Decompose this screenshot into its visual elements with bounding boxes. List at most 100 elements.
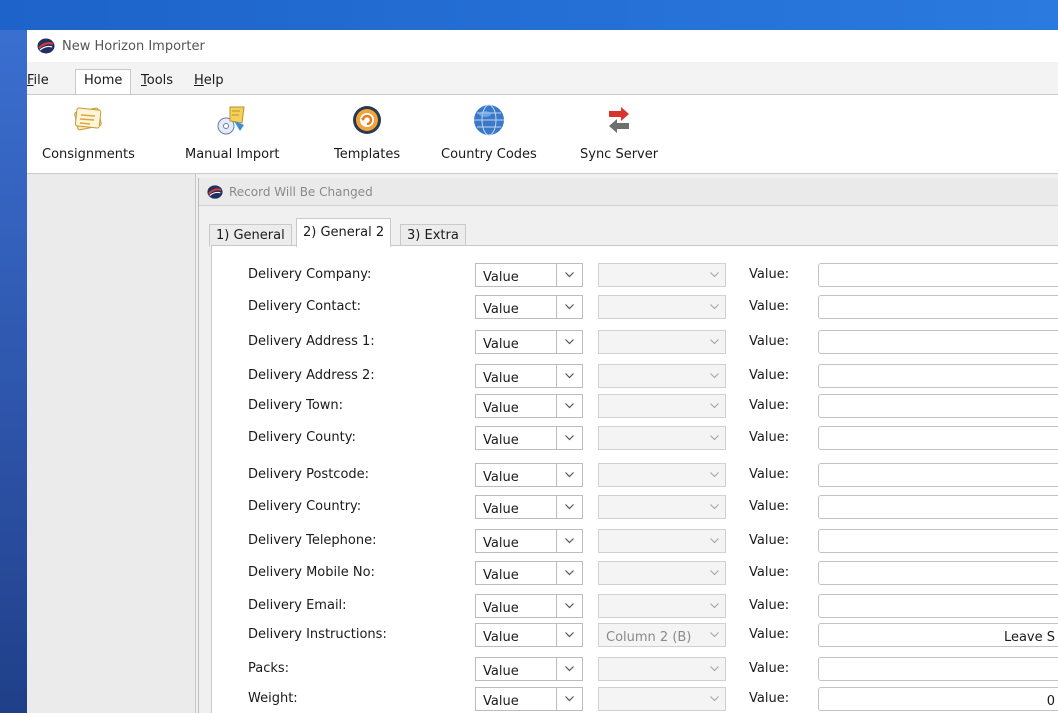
source-type-select[interactable]: Value	[475, 394, 583, 418]
menu-home[interactable]: Home	[75, 69, 132, 94]
value-input[interactable]	[818, 330, 1058, 354]
source-dropdown-button[interactable]	[556, 562, 582, 584]
source-dropdown-button[interactable]	[556, 496, 582, 518]
country-codes-button[interactable]: Country Codes	[441, 101, 537, 162]
column-select[interactable]	[598, 426, 726, 450]
field-row: Delivery Address 2: Value Value:	[212, 362, 1058, 392]
chevron-down-icon	[709, 472, 719, 478]
menu-tools[interactable]: Tools	[141, 73, 173, 88]
source-dropdown-button[interactable]	[556, 331, 582, 353]
column-select[interactable]	[598, 561, 726, 585]
manual-import-label: Manual Import	[185, 147, 280, 162]
templates-button[interactable]: Templates	[334, 101, 400, 162]
menu-help[interactable]: Help	[194, 73, 224, 88]
source-dropdown-button[interactable]	[556, 427, 582, 449]
column-select[interactable]	[598, 330, 726, 354]
column-select[interactable]	[598, 687, 726, 711]
source-type-select[interactable]: Value	[475, 330, 583, 354]
column-dropdown-button[interactable]	[703, 496, 725, 518]
column-dropdown-button[interactable]	[703, 331, 725, 353]
dialog-logo-icon	[207, 184, 223, 199]
source-type-select[interactable]: Value	[475, 463, 583, 487]
chevron-down-icon	[709, 435, 719, 441]
value-input[interactable]: Leave S	[818, 623, 1058, 647]
field-label: Delivery Address 2:	[248, 368, 375, 383]
value-label: Value:	[749, 267, 790, 282]
value-input[interactable]	[818, 529, 1058, 553]
column-select[interactable]	[598, 495, 726, 519]
source-type-select[interactable]: Value	[475, 687, 583, 711]
tab-extra[interactable]: 3) Extra	[400, 224, 466, 246]
column-select[interactable]	[598, 263, 726, 287]
source-type-select[interactable]: Value	[475, 623, 583, 647]
source-type-value: Value	[483, 601, 519, 616]
source-type-select[interactable]: Value	[475, 263, 583, 287]
column-select[interactable]	[598, 364, 726, 388]
column-select[interactable]	[598, 295, 726, 319]
source-type-value: Value	[483, 302, 519, 317]
menu-file[interactable]: File	[27, 73, 49, 88]
column-select[interactable]	[598, 463, 726, 487]
source-dropdown-button[interactable]	[556, 264, 582, 286]
column-dropdown-button[interactable]	[703, 595, 725, 617]
source-type-select[interactable]: Value	[475, 295, 583, 319]
value-input[interactable]	[818, 463, 1058, 487]
value-input[interactable]	[818, 495, 1058, 519]
column-select[interactable]: Column 2 (B)	[598, 623, 726, 647]
source-type-select[interactable]: Value	[475, 426, 583, 450]
source-type-select[interactable]: Value	[475, 657, 583, 681]
value-input[interactable]	[818, 364, 1058, 388]
source-dropdown-button[interactable]	[556, 688, 582, 710]
column-dropdown-button[interactable]	[703, 395, 725, 417]
chevron-down-icon	[565, 304, 574, 310]
column-dropdown-button[interactable]	[703, 464, 725, 486]
value-input[interactable]	[818, 263, 1058, 287]
source-dropdown-button[interactable]	[556, 365, 582, 387]
consignments-button[interactable]: Consignments	[42, 101, 135, 162]
value-input[interactable]	[818, 394, 1058, 418]
column-dropdown-button[interactable]	[703, 658, 725, 680]
chevron-down-icon	[709, 339, 719, 345]
column-select[interactable]	[598, 394, 726, 418]
manual-import-icon	[217, 106, 245, 135]
sync-server-button[interactable]: Sync Server	[580, 101, 658, 162]
app-logo-icon	[37, 38, 55, 54]
source-dropdown-button[interactable]	[556, 530, 582, 552]
record-dialog: Record Will Be Changed 1) General 2) Gen…	[198, 178, 1058, 713]
value-input[interactable]	[818, 657, 1058, 681]
value-input[interactable]	[818, 295, 1058, 319]
manual-import-button[interactable]: Manual Import	[185, 101, 280, 162]
source-type-select[interactable]: Value	[475, 495, 583, 519]
source-type-select[interactable]: Value	[475, 529, 583, 553]
value-input[interactable]	[818, 426, 1058, 450]
source-dropdown-button[interactable]	[556, 624, 582, 646]
source-type-select[interactable]: Value	[475, 594, 583, 618]
app-window: New Horizon Importer File Home Tools Hel…	[27, 30, 1058, 713]
ribbon-toolbar: Consignments Manual Import Templates Cou…	[27, 94, 1058, 174]
value-label: Value:	[749, 598, 790, 613]
column-dropdown-button[interactable]	[703, 264, 725, 286]
column-select[interactable]	[598, 594, 726, 618]
tab-general[interactable]: 1) General	[209, 224, 292, 246]
column-dropdown-button[interactable]	[703, 530, 725, 552]
value-input[interactable]	[818, 561, 1058, 585]
column-select[interactable]	[598, 529, 726, 553]
source-type-select[interactable]: Value	[475, 561, 583, 585]
value-input[interactable]	[818, 594, 1058, 618]
source-dropdown-button[interactable]	[556, 658, 582, 680]
source-dropdown-button[interactable]	[556, 395, 582, 417]
source-dropdown-button[interactable]	[556, 595, 582, 617]
column-dropdown-button[interactable]	[703, 562, 725, 584]
column-dropdown-button[interactable]	[703, 688, 725, 710]
chevron-down-icon	[565, 570, 574, 576]
column-dropdown-button[interactable]	[703, 624, 725, 646]
value-input[interactable]: 0	[818, 687, 1058, 711]
column-select[interactable]	[598, 657, 726, 681]
source-dropdown-button[interactable]	[556, 464, 582, 486]
source-dropdown-button[interactable]	[556, 296, 582, 318]
source-type-select[interactable]: Value	[475, 364, 583, 388]
column-dropdown-button[interactable]	[703, 427, 725, 449]
tab-general-2[interactable]: 2) General 2	[296, 218, 392, 247]
column-dropdown-button[interactable]	[703, 296, 725, 318]
column-dropdown-button[interactable]	[703, 365, 725, 387]
